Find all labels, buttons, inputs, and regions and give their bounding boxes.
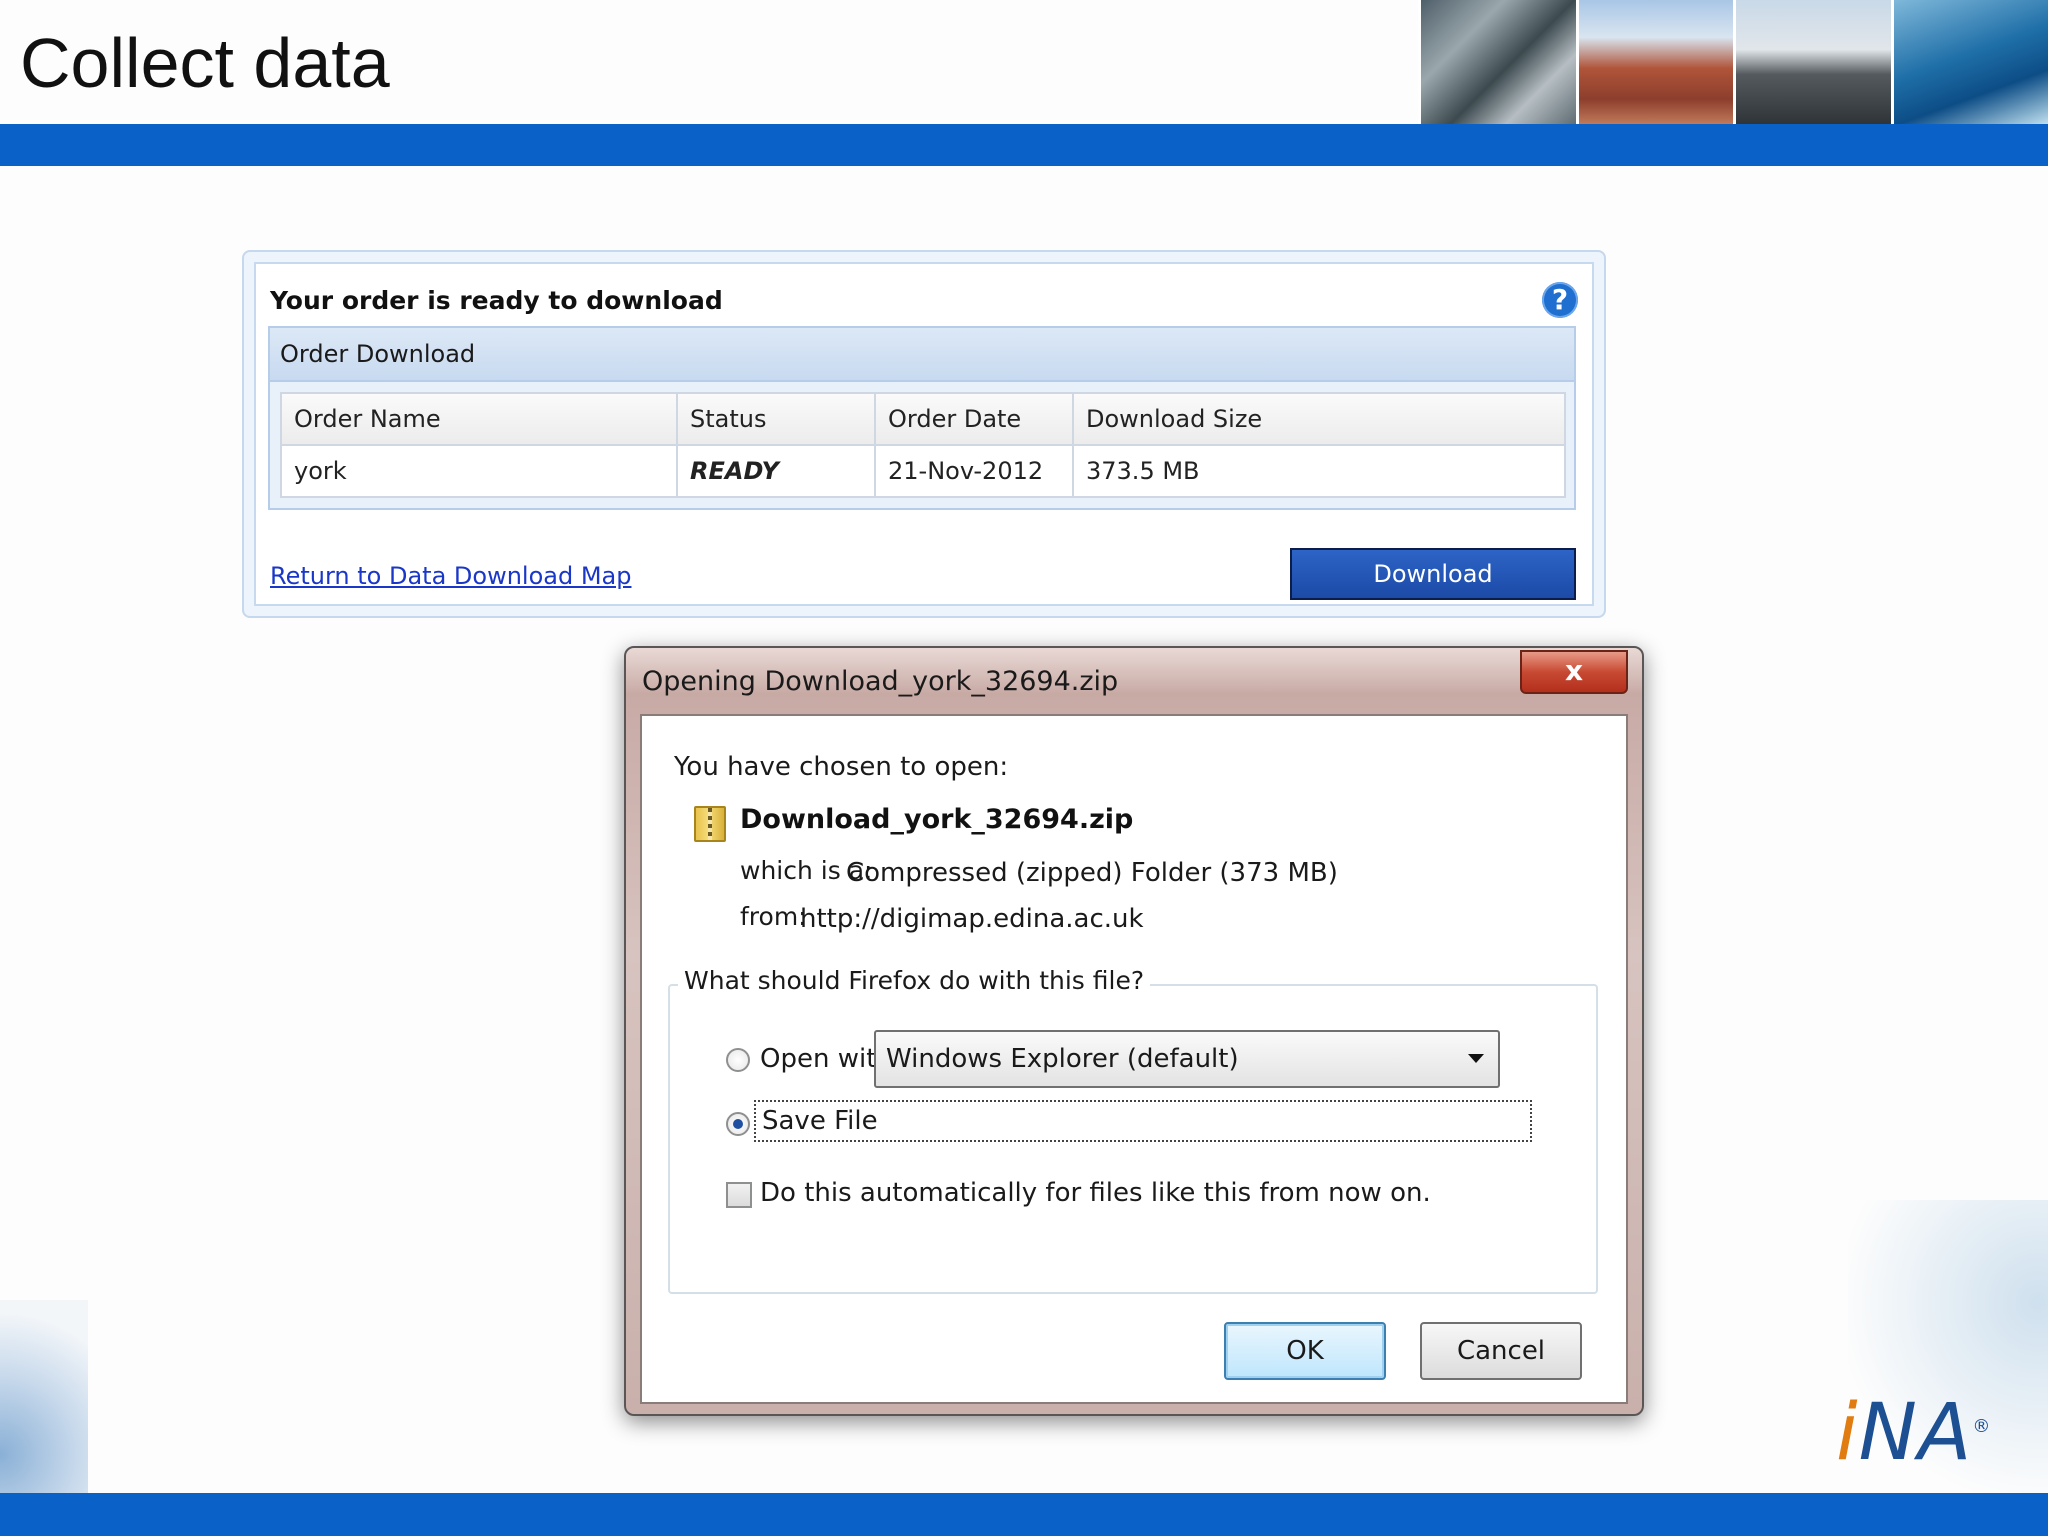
ok-button[interactable]: OK <box>1224 1322 1386 1380</box>
chevron-down-icon <box>1468 1054 1484 1063</box>
table-row: york READY 21-Nov-2012 373.5 MB <box>280 444 1566 498</box>
globe-graphic-left <box>0 1300 88 1493</box>
open-with-label[interactable]: Open with <box>760 1044 893 1074</box>
download-dialog: Opening Download_york_32694.zip x You ha… <box>624 646 1644 1416</box>
order-panel: Your order is ready to download ? Order … <box>242 250 1606 618</box>
wave-photo <box>1890 0 2048 124</box>
edina-logo: iNA® <box>1836 1388 1992 1478</box>
return-to-map-link[interactable]: Return to Data Download Map <box>270 562 632 590</box>
header-band <box>0 124 2048 166</box>
slide-title: Collect data <box>20 24 390 102</box>
file-source-value: http://digimap.edina.ac.uk <box>800 904 1144 934</box>
order-download-header: Order Download <box>270 328 1574 382</box>
chosen-text: You have chosen to open: <box>674 752 1009 782</box>
file-source-label: from: <box>740 902 807 931</box>
table-header-row: Order Name Status Order Date Download Si… <box>280 392 1566 446</box>
header-photo-strip <box>1418 0 2048 124</box>
save-file-label[interactable]: Save File <box>754 1100 1532 1142</box>
footer-band <box>0 1493 2048 1536</box>
cancel-button[interactable]: Cancel <box>1420 1322 1582 1380</box>
help-icon[interactable]: ? <box>1542 282 1578 318</box>
order-download-section: Order Download Order Name Status Order D… <box>268 326 1576 510</box>
auto-label[interactable]: Do this automatically for files like thi… <box>760 1178 1431 1208</box>
file-type-value: Compressed (zipped) Folder (373 MB) <box>846 858 1338 888</box>
auto-checkbox[interactable] <box>726 1182 752 1208</box>
column-header-order-name: Order Name <box>280 392 678 446</box>
order-title: Your order is ready to download <box>270 286 723 315</box>
dialog-body: You have chosen to open: Download_york_3… <box>640 714 1628 1404</box>
open-with-select[interactable]: Windows Explorer (default) <box>874 1030 1500 1088</box>
close-icon[interactable]: x <box>1520 650 1628 694</box>
dialog-title: Opening Download_york_32694.zip <box>642 666 1119 697</box>
zip-file-icon <box>694 806 726 842</box>
order-date-cell: 21-Nov-2012 <box>874 444 1074 498</box>
file-name: Download_york_32694.zip <box>740 804 1134 835</box>
cathedral-photo <box>1733 0 1891 124</box>
order-name-cell: york <box>280 444 678 498</box>
open-with-radio[interactable] <box>726 1048 750 1072</box>
download-size-cell: 373.5 MB <box>1072 444 1566 498</box>
aerial-photo <box>1418 0 1576 124</box>
order-table: Order Name Status Order Date Download Si… <box>280 392 1566 498</box>
open-with-select-value: Windows Explorer (default) <box>886 1044 1239 1074</box>
column-header-status: Status <box>676 392 876 446</box>
cliff-photo <box>1575 0 1733 124</box>
action-question: What should Firefox do with this file? <box>678 966 1151 995</box>
order-panel-inner: Your order is ready to download ? Order … <box>254 262 1594 606</box>
save-file-radio[interactable] <box>726 1112 750 1136</box>
status-cell: READY <box>676 444 876 498</box>
action-group: What should Firefox do with this file? O… <box>668 966 1598 1294</box>
column-header-order-date: Order Date <box>874 392 1074 446</box>
column-header-download-size: Download Size <box>1072 392 1566 446</box>
download-button[interactable]: Download <box>1290 548 1576 600</box>
